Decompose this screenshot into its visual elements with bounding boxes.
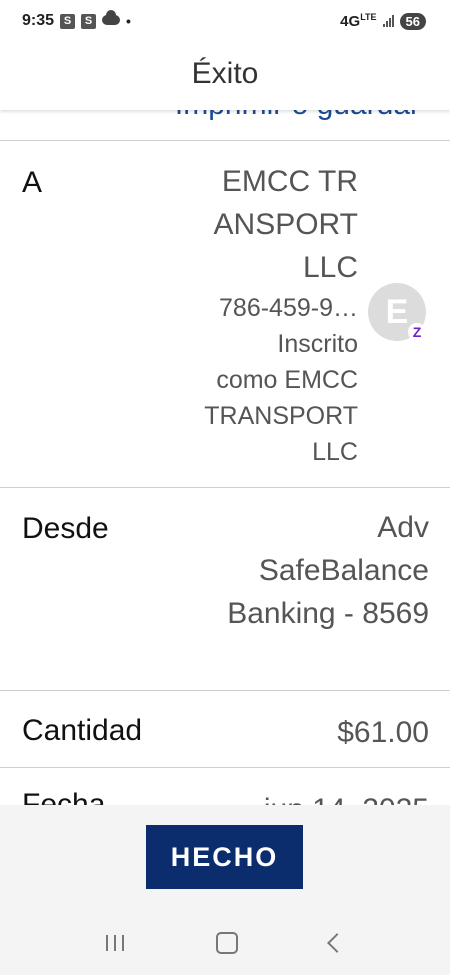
amount-label: Cantidad xyxy=(22,714,143,747)
divider xyxy=(0,690,450,691)
status-left: 9:35 S S • xyxy=(22,10,131,30)
status-right: 4GLTE 56 xyxy=(340,12,426,30)
divider xyxy=(0,487,450,488)
done-button[interactable]: HECHO xyxy=(146,825,303,889)
from-account: Adv SafeBalance Banking - 8569 xyxy=(169,506,429,635)
enrolled-line: LLC xyxy=(312,438,358,466)
amount-value: $61.00 xyxy=(337,716,429,749)
zelle-icon: Z xyxy=(408,323,426,341)
date-label: Fecha xyxy=(22,788,106,805)
system-nav-bar xyxy=(0,910,450,975)
more-notifications-dot: • xyxy=(126,13,131,29)
print-or-save-link[interactable]: Imprimir o guardar xyxy=(0,110,420,122)
transaction-details[interactable]: Imprimir o guardar A EMCC TR ANSPORT LLC… xyxy=(0,110,450,805)
recipient-name-line: ANSPORT xyxy=(213,208,358,241)
enrolled-line: Inscrito xyxy=(277,330,358,358)
title-bar: Éxito xyxy=(0,42,450,110)
clock: 9:35 xyxy=(22,12,55,29)
enrolled-line: como EMCC xyxy=(216,366,358,394)
from-account-line: Banking - 8569 xyxy=(227,597,429,630)
signal-icon xyxy=(382,15,394,27)
recipient-name: EMCC TR ANSPORT LLC xyxy=(158,160,358,289)
divider xyxy=(0,767,450,768)
recipient-name-line: LLC xyxy=(302,251,358,284)
from-account-line: Adv xyxy=(377,511,429,544)
recipient-label: A xyxy=(22,166,43,199)
action-area: HECHO xyxy=(0,805,450,910)
date-value: jun 14, 2025 xyxy=(264,788,429,805)
back-icon[interactable] xyxy=(327,932,347,953)
enrolled-line: TRANSPORT xyxy=(204,402,358,430)
home-icon[interactable] xyxy=(216,931,238,954)
status-bar: 9:35 S S • 4GLTE 56 xyxy=(0,0,450,42)
page-title: Éxito xyxy=(191,57,259,90)
battery-indicator: 56 xyxy=(399,12,426,30)
recipient-details: 786-459-9… Inscrito como EMCC TRANSPORT … xyxy=(138,290,358,470)
recipient-name-line: EMCC TR xyxy=(221,165,358,198)
from-label: Desde xyxy=(22,512,109,545)
notification-icon-s2: S xyxy=(81,13,97,29)
cloud-icon xyxy=(102,10,121,25)
notification-icon-s1: S xyxy=(60,13,76,29)
divider xyxy=(0,140,450,141)
recent-apps-icon[interactable] xyxy=(106,934,124,951)
from-account-line: SafeBalance xyxy=(258,554,429,587)
network-indicator: 4GLTE xyxy=(340,12,377,30)
recipient-phone: 786-459-9… xyxy=(219,294,358,322)
